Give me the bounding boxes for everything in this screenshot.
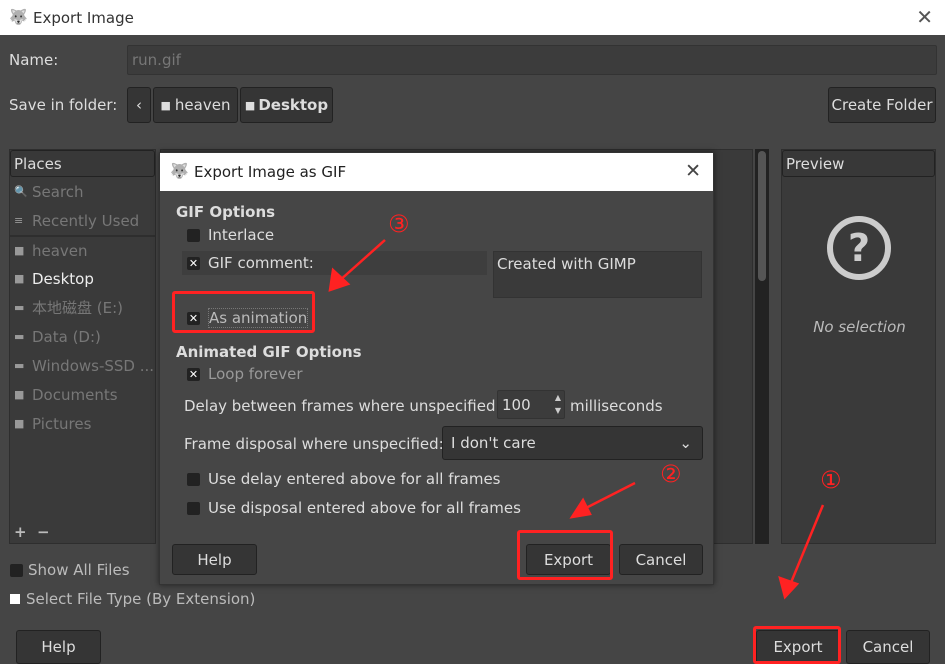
arrow-3 [337,239,386,283]
arrow-1 [788,504,825,586]
arrow-2 [581,481,636,512]
arrow-head-3 [328,267,351,292]
annotation-arrows [328,239,825,600]
arrow-head-2 [569,497,592,519]
annotation-2: ② [660,460,682,488]
annotation-3: ③ [388,210,410,238]
arrow-head-1 [778,576,800,600]
annotation-1: ① [820,466,842,494]
